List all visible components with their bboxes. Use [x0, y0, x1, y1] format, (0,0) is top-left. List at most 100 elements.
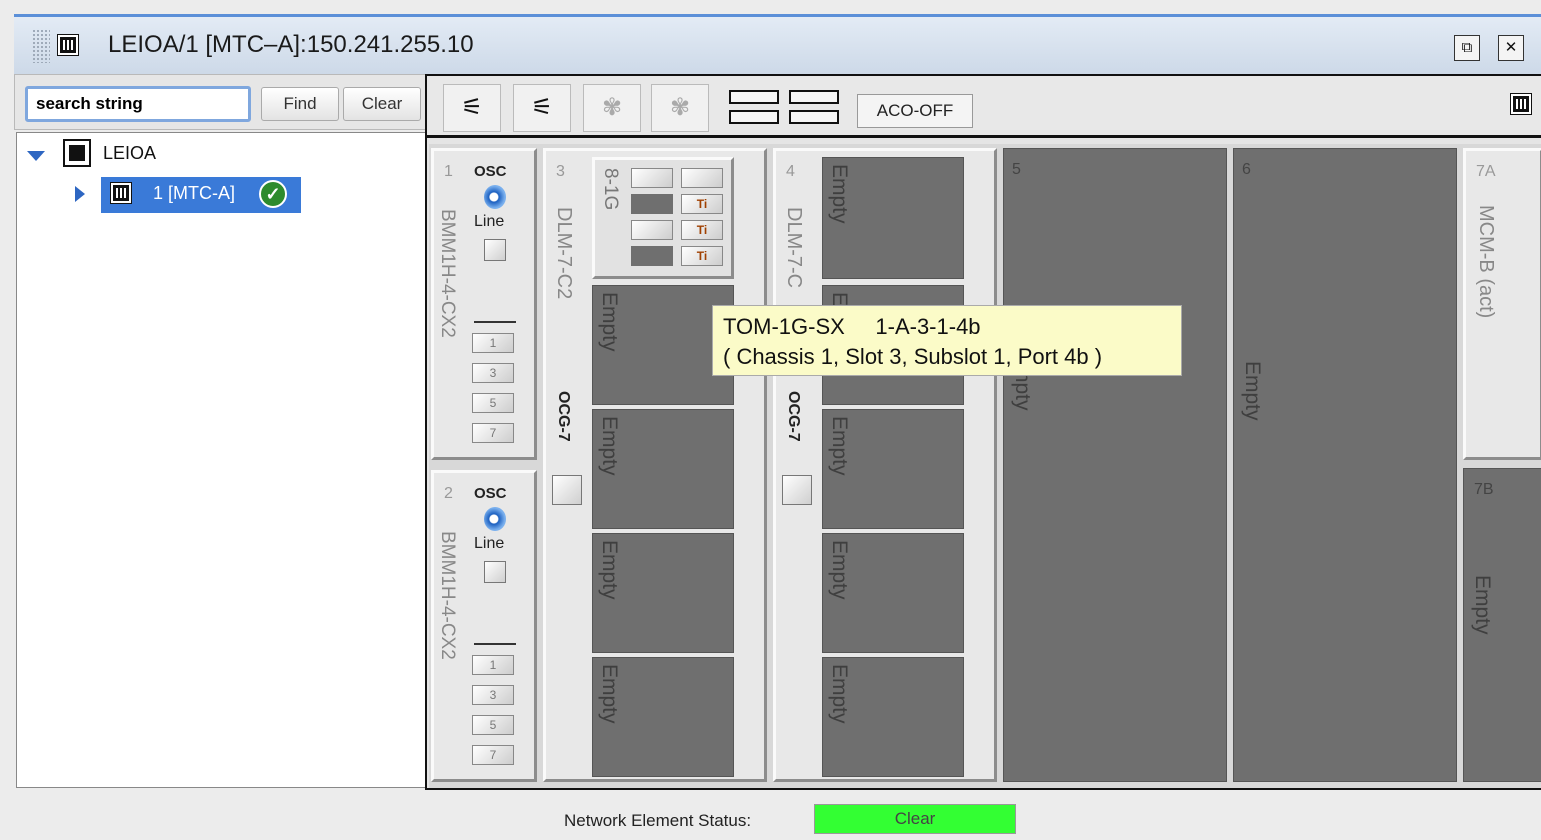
transceiver-port-button[interactable]: Ti: [681, 246, 723, 266]
ocg-label: OCG-7: [555, 391, 572, 442]
slot-7a-card[interactable]: 7A MCM-B (act): [1463, 148, 1541, 460]
restore-window-button[interactable]: ⧉: [1454, 35, 1480, 61]
empty-label: Empty: [828, 664, 851, 724]
slot-4-card[interactable]: 4 DLM-7-C OCG-7 Empty E Empty Empty Empt…: [773, 148, 997, 782]
element-tree: LEIOA 1 [MTC-A] ✓: [16, 132, 426, 788]
subslot-1-empty[interactable]: Empty: [822, 157, 964, 279]
tooltip-line-2: ( Chassis 1, Slot 3, Subslot 1, Port 4b …: [723, 344, 1103, 369]
port-button[interactable]: [631, 168, 673, 188]
empty-label: E: [828, 292, 851, 307]
empty-label: Empty: [598, 292, 621, 352]
expand-arrow-icon[interactable]: [27, 151, 45, 161]
subslot-1-module[interactable]: 8-1G Ti Ti Ti: [592, 157, 734, 279]
slot-1-card[interactable]: 1 OSC Line BMM1H-4-CX2 1 3 5 7: [431, 148, 537, 460]
slot-5-empty[interactable]: 5 mpty: [1003, 148, 1227, 782]
ocg-port-button[interactable]: [552, 475, 582, 505]
port-button[interactable]: [681, 168, 723, 188]
port-button[interactable]: 5: [472, 715, 514, 735]
slot-6-empty[interactable]: 6 Empty: [1233, 148, 1457, 782]
find-button[interactable]: Find: [261, 87, 339, 121]
search-bar: Find Clear: [14, 74, 426, 130]
title-bar: LEIOA/1 [MTC–A]:150.241.255.10 ⧉ ✕: [14, 14, 1541, 74]
clear-button[interactable]: Clear: [343, 87, 421, 121]
slot-number: 2: [444, 485, 453, 502]
port-button[interactable]: [631, 220, 673, 240]
port-button[interactable]: 3: [472, 685, 514, 705]
status-label: Network Element Status:: [564, 811, 752, 830]
chassis-toolbar: ⚟ ⚟ ✾ ✾ ACO-OFF: [427, 76, 1541, 138]
layout-grid-icon[interactable]: [727, 88, 847, 130]
check-circle-icon: ✓: [259, 180, 287, 208]
port-tooltip: TOM-1G-SX 1-A-3-1-4b ( Chassis 1, Slot 3…: [712, 305, 1182, 376]
drag-grip[interactable]: [32, 29, 50, 63]
subslot-5-empty[interactable]: Empty: [822, 657, 964, 777]
slot-number: 6: [1242, 161, 1251, 178]
card-name: BMM1H-4-CX2: [437, 531, 458, 660]
tooltip-line-1: TOM-1G-SX 1-A-3-1-4b: [723, 314, 981, 339]
navigation-panel: Find Clear LEIOA 1 [MTC-A] ✓: [14, 74, 426, 790]
slot-2-card[interactable]: 2 OSC Line BMM1H-4-CX2 1 3 5 7: [431, 470, 537, 782]
empty-label: Empty: [1471, 575, 1494, 635]
status-badge: Clear: [814, 804, 1016, 834]
slot-number: 5: [1012, 161, 1021, 178]
plug-connect-icon[interactable]: ⚟: [443, 84, 501, 132]
close-window-button[interactable]: ✕: [1498, 35, 1524, 61]
subslot-3-empty[interactable]: Empty: [592, 409, 734, 529]
site-icon: [63, 139, 91, 167]
tree-item-label: 1 [MTC-A]: [153, 183, 236, 203]
slot-3-card[interactable]: 3 DLM-7-C2 OCG-7 8-1G Ti Ti Ti Empty Emp…: [543, 148, 767, 782]
osc-label: OSC: [474, 485, 507, 502]
subslot-5-empty[interactable]: Empty: [592, 657, 734, 777]
empty-label: Empty: [828, 164, 851, 224]
port-button[interactable]: 1: [472, 655, 514, 675]
line-port-button[interactable]: [484, 239, 506, 261]
subslot-3-empty[interactable]: Empty: [822, 409, 964, 529]
port-button[interactable]: 5: [472, 393, 514, 413]
tree-root-label[interactable]: LEIOA: [103, 143, 156, 164]
line-label: Line: [474, 535, 505, 552]
slot-number: 3: [556, 163, 565, 180]
search-input[interactable]: [25, 86, 251, 122]
subslot-4-empty[interactable]: Empty: [822, 533, 964, 653]
card-name: MCM-B (act): [1475, 205, 1497, 319]
chassis-view: ⚟ ⚟ ✾ ✾ ACO-OFF 1 OSC Line BMM1H-4-CX2 1…: [425, 74, 1541, 790]
card-name: DLM-7-C: [783, 207, 805, 289]
card-name: BMM1H-4-CX2: [437, 209, 458, 338]
port-button[interactable]: 3: [472, 363, 514, 383]
transceiver-port-button[interactable]: Ti: [681, 194, 723, 214]
empty-port: [631, 246, 673, 266]
empty-label: Empty: [598, 664, 621, 724]
slot-number: 7A: [1476, 163, 1496, 180]
port-led-icon: [484, 185, 506, 209]
line-port-button[interactable]: [484, 561, 506, 583]
collapse-arrow-icon[interactable]: [75, 186, 85, 202]
port-button[interactable]: 7: [472, 745, 514, 765]
window-title: LEIOA/1 [MTC–A]:150.241.255.10: [108, 31, 474, 58]
module-name: 8-1G: [600, 168, 621, 211]
port-button[interactable]: 7: [472, 423, 514, 443]
empty-label: Empty: [828, 540, 851, 600]
empty-label: Empty: [828, 416, 851, 476]
empty-port: [631, 194, 673, 214]
slot-7b-empty[interactable]: 7B Empty: [1463, 468, 1541, 782]
slot-number: 1: [444, 163, 453, 180]
transceiver-port-button[interactable]: Ti: [681, 220, 723, 240]
plug-disconnect-icon[interactable]: ⚟: [513, 84, 571, 132]
network-element-icon: [110, 182, 132, 204]
aco-off-button[interactable]: ACO-OFF: [857, 94, 973, 128]
tree-item-selected[interactable]: 1 [MTC-A] ✓: [101, 177, 301, 213]
subslot-4-empty[interactable]: Empty: [592, 533, 734, 653]
fan-icon[interactable]: ✾: [651, 84, 709, 132]
empty-label: Empty: [598, 416, 621, 476]
card-name: DLM-7-C2: [553, 207, 575, 300]
ocg-port-button[interactable]: [782, 475, 812, 505]
rack-icon[interactable]: [1510, 93, 1532, 115]
fan-icon[interactable]: ✾: [583, 84, 641, 132]
slot-number: 4: [786, 163, 795, 180]
shelf: 1 OSC Line BMM1H-4-CX2 1 3 5 7 2 OSC Lin…: [429, 144, 1541, 788]
ocg-label: OCG-7: [785, 391, 802, 442]
app-window: LEIOA/1 [MTC–A]:150.241.255.10 ⧉ ✕ Find …: [0, 0, 1541, 840]
port-button[interactable]: 1: [472, 333, 514, 353]
line-label: Line: [474, 213, 505, 230]
empty-label: Empty: [598, 540, 621, 600]
